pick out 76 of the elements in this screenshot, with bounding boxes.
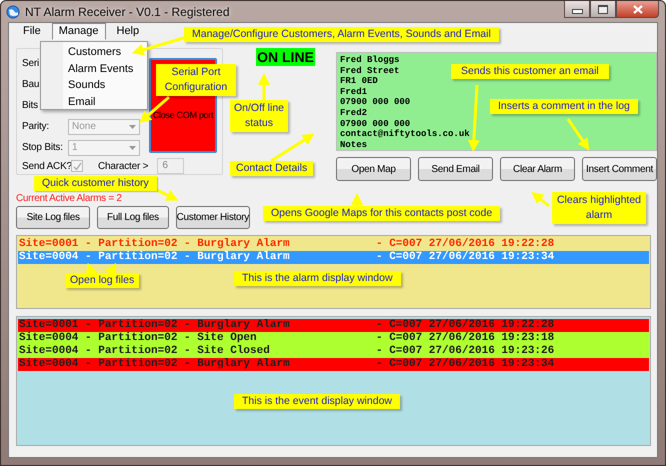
annotation-tooltip: Quick customer history — [34, 176, 157, 191]
field-label: Stop Bits: — [22, 142, 64, 153]
contact-line: 07900 000 000 — [340, 97, 410, 108]
contact-line: contact@niftytools.co.uk — [340, 129, 470, 140]
maximize-icon — [598, 4, 608, 14]
contact-line: Fred Bloggs — [340, 55, 400, 66]
event-time: - C=007 27/06/2016 19:23:34 — [376, 358, 554, 371]
annotation-tooltip: Serial Port Configuration — [156, 64, 236, 96]
menu-item[interactable]: Manage — [52, 23, 106, 40]
window-title: NT Alarm Receiver - V0.1 - Registered — [25, 4, 230, 18]
field-label: Character > — [98, 160, 148, 172]
annotation-tooltip: Contact Details — [230, 161, 314, 176]
arrow — [258, 73, 270, 101]
annotation-tooltip: Manage/Configure Customers, Alarm Events, Sounds and Email — [184, 27, 499, 42]
alarm-event: Site=0001 - Partition=02 - Burglary Alarm — [18, 238, 291, 251]
annotation-tooltip: This is the alarm display window — [234, 271, 401, 286]
alarm-time: - C=007 27/06/2016 19:22:28 — [376, 238, 554, 251]
annotation-tooltip: This is the event display window — [234, 394, 400, 409]
contact-line: 07900 000 000 — [340, 118, 410, 129]
event-row[interactable]: Site=0004 - Partition=02 - Burglary Alarm - C=007 27/06/2016 19:23:34 — [18, 358, 649, 371]
annotation-tooltip: Clears highlighted alarm — [552, 192, 646, 224]
action-button[interactable]: Send Email — [418, 157, 493, 181]
contact-line: FR1 0ED — [340, 76, 378, 87]
arrow — [566, 118, 590, 151]
event-text: Site=0004 - Partition=02 - Site Closed — [18, 345, 271, 358]
contact-line: Fred1 — [340, 86, 368, 98]
event-text: Site=0001 - Partition=02 - Burglary Alarm — [18, 319, 291, 332]
action-button[interactable]: Clear Alarm — [500, 157, 575, 181]
caret-icon — [129, 146, 136, 150]
menu-item[interactable]: File — [16, 23, 48, 40]
globe-icon — [6, 4, 20, 18]
menu-item[interactable]: Help — [110, 23, 146, 40]
arrow — [531, 192, 550, 208]
close-button[interactable] — [616, 1, 659, 18]
action-button[interactable]: Insert Comment — [582, 157, 657, 181]
arrow — [468, 84, 480, 152]
status-indicator: ON LINE — [256, 48, 315, 66]
alarm-count: Current Active Alarms = 2 — [16, 193, 122, 205]
annotation-tooltip: On/Off line status — [230, 100, 288, 132]
minimize-icon — [572, 9, 582, 14]
event-row[interactable]: Site=0001 - Partition=02 - Burglary Alarm - C=007 27/06/2016 19:22:28 — [18, 319, 649, 332]
log-button[interactable]: Customer History — [176, 206, 250, 229]
annotation-tooltip: Open log files — [65, 273, 140, 288]
close-icon — [632, 4, 642, 14]
annotation-tooltip: Opens Google Maps for this contacts post code — [263, 206, 500, 221]
menu-item[interactable]: Alarm Events — [41, 60, 147, 77]
field-label: Send ACK? — [22, 160, 71, 172]
log-button[interactable]: Site Log files — [16, 206, 90, 229]
arrow — [351, 193, 363, 207]
event-text: Site=0004 - Partition=02 - Site Open — [18, 332, 258, 345]
menu-item[interactable]: Email — [41, 94, 147, 110]
event-time: - C=007 27/06/2016 19:23:18 — [376, 332, 554, 345]
minimize-button[interactable] — [564, 1, 590, 18]
annotation-tooltip: Inserts a comment in the log — [490, 99, 638, 114]
alarm-event: Site=0004 - Partition=02 - Burglary Alarm — [18, 251, 291, 264]
field-label: Parity: — [22, 121, 50, 132]
event-row[interactable]: Site=0004 - Partition=02 - Site Open - C=007 27/06/2016 19:23:18 — [18, 332, 649, 345]
event-row[interactable]: Site=0004 - Partition=02 - Site Closed - C=007 27/06/2016 19:23:26 — [18, 345, 649, 358]
contact-line: Notes — [340, 140, 368, 150]
contact-line: Fred Street — [340, 66, 400, 76]
caret-icon — [129, 124, 136, 128]
field-label: Bau — [22, 79, 40, 90]
maximize-button[interactable] — [590, 1, 616, 18]
event-time: - C=007 27/06/2016 19:23:26 — [376, 345, 554, 358]
field-label: Bits — [22, 100, 39, 111]
log-button[interactable]: Full Log files — [97, 206, 169, 229]
menu-item[interactable]: Sounds — [41, 77, 147, 94]
event-time: - C=007 27/06/2016 19:22:28 — [376, 319, 554, 332]
arrow — [270, 134, 314, 162]
contact-line: Fred2 — [340, 108, 368, 119]
annotation-tooltip: Sends this customer an email — [451, 64, 609, 79]
event-text: Site=0004 - Partition=02 - Burglary Alarm — [18, 358, 291, 371]
menu-item[interactable]: Customers — [41, 44, 147, 60]
alarm-time: - C=007 27/06/2016 19:23:34 — [376, 251, 554, 264]
action-button[interactable]: Open Map — [336, 157, 411, 181]
field-label: Seri — [22, 58, 40, 69]
